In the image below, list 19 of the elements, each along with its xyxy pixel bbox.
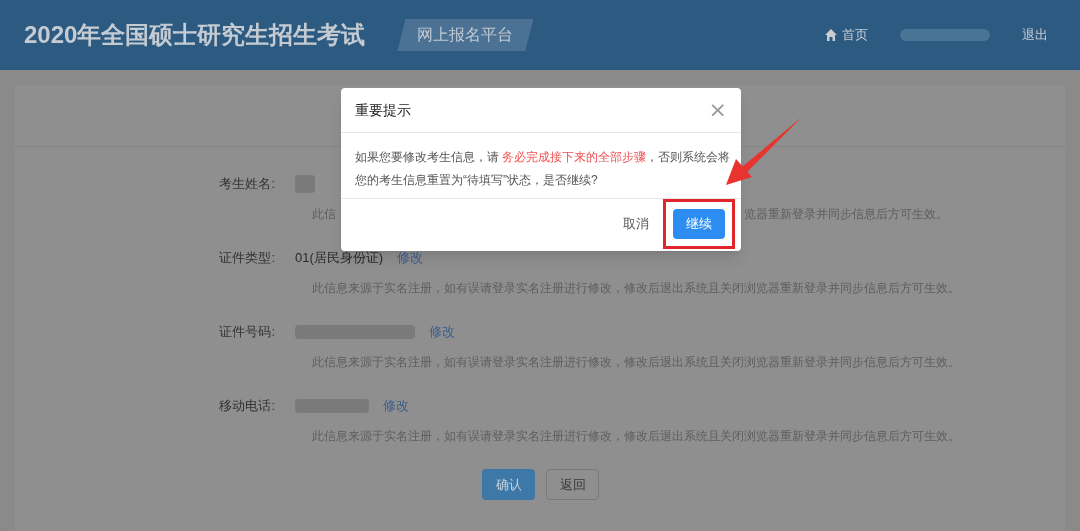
dialog-title: 重要提示 (355, 100, 411, 120)
home-icon (824, 28, 838, 42)
site-title: 2020年全国硕士研究生招生考试 (24, 20, 366, 50)
field-label: 证件号码: (218, 323, 276, 342)
field-label: 移动电话: (218, 397, 276, 416)
close-button[interactable]: × (708, 99, 727, 121)
continue-button[interactable]: 继续 (673, 209, 725, 239)
home-link[interactable]: 首页 (824, 25, 868, 45)
field-label: 证件类型: (218, 249, 276, 268)
field-label: 考生姓名: (218, 175, 276, 194)
edit-link[interactable]: 修改 (383, 396, 409, 416)
field-value: 01(居民身份证) (295, 249, 384, 268)
platform-badge: 网上报名平台 (397, 19, 534, 51)
back-button[interactable]: 返回 (546, 469, 599, 500)
logout-link[interactable]: 退出 (1022, 25, 1048, 45)
edit-link[interactable]: 修改 (429, 322, 455, 342)
edit-link[interactable]: 修改 (397, 248, 424, 268)
cancel-button[interactable]: 取消 (623, 214, 649, 234)
confirm-button[interactable]: 确认 (482, 469, 535, 500)
